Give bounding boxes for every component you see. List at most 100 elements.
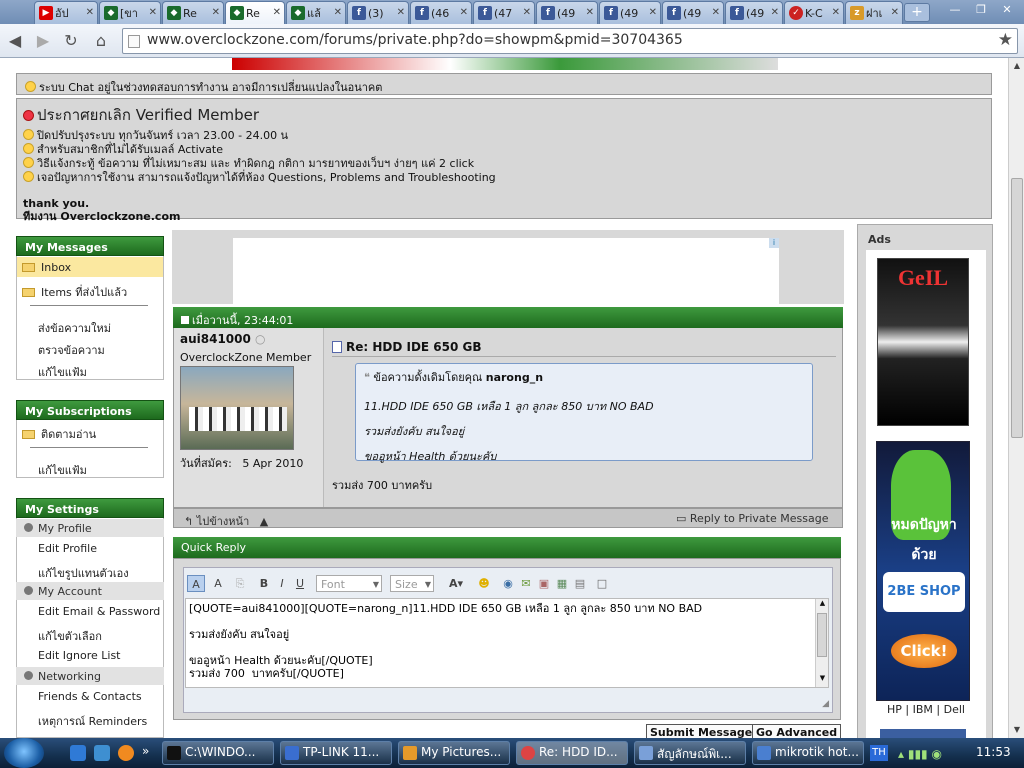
announcement-link[interactable]: สำหรับสมาชิกที่ไม่ได้รับเมลล์ Activate	[37, 143, 223, 156]
home-icon[interactable]: ⌂	[90, 30, 112, 52]
font-select[interactable]: Font ▼	[316, 575, 382, 592]
tray-icons[interactable]: ▴ ▮▮▮ ◉	[898, 747, 942, 761]
bold-icon[interactable]: B	[257, 575, 271, 592]
clock[interactable]: 11:53	[976, 745, 1011, 759]
minimize-button[interactable]: —	[944, 3, 966, 19]
sidebar-item-edit-avatar[interactable]: แก้ไขรูปแทนตัวเอง	[38, 564, 129, 582]
my-settings-header[interactable]: My Settings	[16, 498, 164, 518]
address-bar[interactable]: www.overclockzone.com/forums/private.php…	[122, 28, 1018, 54]
close-icon[interactable]: ✕	[771, 7, 779, 18]
submit-message-button[interactable]: Submit Message	[646, 724, 757, 738]
close-icon[interactable]: ✕	[891, 7, 899, 18]
close-icon[interactable]: ✕	[273, 7, 281, 18]
image-icon[interactable]: ▣	[536, 575, 552, 592]
scroll-thumb[interactable]	[1011, 178, 1023, 438]
sidebar-item-edit-folders[interactable]: แก้ไขแฟ้ม	[38, 363, 87, 381]
comment-icon[interactable]: □	[594, 575, 610, 592]
close-icon[interactable]: ✕	[397, 7, 405, 18]
scroll-thumb[interactable]	[817, 613, 827, 657]
scroll-up-icon[interactable]: ▲	[1009, 58, 1024, 74]
browser-tab[interactable]: ✓ K-C ✕	[784, 1, 844, 24]
adchoices-icon[interactable]: i	[769, 238, 779, 248]
my-messages-header[interactable]: My Messages	[16, 236, 164, 256]
textarea-scrollbar[interactable]: ▲ ▼	[815, 599, 828, 687]
restore-button[interactable]: ❐	[970, 3, 992, 19]
sidebar-item-track[interactable]: ตรวจข้อความ	[38, 341, 105, 359]
go-advanced-button[interactable]: Go Advanced	[752, 724, 842, 738]
smilie-icon[interactable]: ☻	[476, 575, 492, 592]
browser-tab[interactable]: f (49 ✕	[599, 1, 661, 24]
announcement-title[interactable]: ประกาศยกเลิก Verified Member	[37, 106, 259, 124]
paste-icon[interactable]: ⎘	[231, 575, 249, 592]
bookmark-star-icon[interactable]: ★	[998, 30, 1013, 50]
sidebar-item-reminders[interactable]: เหตุการณ์ Reminders	[38, 712, 147, 730]
link-icon[interactable]: ◉	[500, 575, 516, 592]
post-username[interactable]: aui841000 ○	[180, 332, 266, 346]
taskbar-item[interactable]: C:\WINDO...	[162, 741, 274, 765]
sidebar-item-friends[interactable]: Friends & Contacts	[38, 690, 142, 703]
taskbar-item[interactable]: mikrotik hot...	[752, 741, 864, 765]
browser-tab-active[interactable]: ◆ Re ✕	[225, 1, 285, 24]
close-icon[interactable]: ✕	[649, 7, 657, 18]
taskbar-item[interactable]: TP-LINK 11...	[280, 741, 392, 765]
next-ad[interactable]	[880, 729, 966, 738]
taskbar-item-active[interactable]: Re: HDD ID...	[516, 741, 628, 765]
report-warning-icon[interactable]: ▲	[260, 515, 268, 528]
close-icon[interactable]: ✕	[523, 7, 531, 18]
sidebar-item-ignore-list[interactable]: Edit Ignore List	[38, 649, 121, 662]
scroll-down-icon[interactable]: ▼	[1009, 722, 1024, 738]
reply-pm-link[interactable]: ▭ Reply to Private Message	[676, 512, 828, 525]
italic-icon[interactable]: I	[275, 575, 289, 592]
language-indicator[interactable]: TH	[870, 745, 888, 761]
close-icon[interactable]: ✕	[586, 7, 594, 18]
close-icon[interactable]: ✕	[460, 7, 468, 18]
brands-text[interactable]: HP | IBM | Dell	[866, 703, 986, 716]
taskbar-item[interactable]: สัญลักษณ์พิเ...	[634, 741, 746, 765]
browser-tab[interactable]: ▶ อัป ✕	[34, 1, 98, 24]
browser-tab[interactable]: f (49 ✕	[662, 1, 724, 24]
browser-tab[interactable]: f (49 ✕	[536, 1, 598, 24]
sidebar-item-followed[interactable]: ติดตามอ่าน	[22, 425, 96, 443]
browser-tab[interactable]: ◆ แล้ ✕	[286, 1, 346, 24]
top-banner-ad[interactable]	[232, 58, 778, 70]
quick-reply-header[interactable]: Quick Reply	[173, 537, 841, 558]
close-icon[interactable]: ✕	[86, 7, 94, 18]
firefox-icon[interactable]	[118, 745, 134, 761]
sidebar-item-edit-email[interactable]: Edit Email & Password	[38, 605, 160, 618]
email-icon[interactable]: ✉	[518, 575, 534, 592]
browser-tab[interactable]: ◆ Re ✕	[162, 1, 224, 24]
reply-textarea[interactable]	[185, 598, 829, 688]
size-select[interactable]: Size ▼	[390, 575, 434, 592]
close-icon[interactable]: ✕	[334, 7, 342, 18]
geil-ad[interactable]: GeIL	[877, 258, 969, 426]
close-icon[interactable]: ✕	[712, 7, 720, 18]
ie-icon[interactable]	[70, 745, 86, 761]
remove-format-icon[interactable]: A	[209, 575, 227, 592]
sidebar-item-inbox[interactable]: Inbox	[22, 261, 71, 274]
resize-handle-icon[interactable]: ◢	[822, 699, 829, 709]
overflow-chevron-icon[interactable]: »	[142, 744, 149, 758]
forward-arrow-icon[interactable]: ▶	[32, 30, 54, 52]
sidebar-item-sent[interactable]: Items ที่ส่งไปแล้ว	[22, 283, 127, 301]
2beshop-ad[interactable]: หมดปัญหา ด้วย 2BE SHOP Click!	[876, 441, 970, 701]
google-ad[interactable]: i	[233, 238, 779, 306]
close-icon[interactable]: ✕	[149, 7, 157, 18]
browser-tab[interactable]: ◆ [ขา ✕	[99, 1, 161, 24]
my-subscriptions-header[interactable]: My Subscriptions	[16, 400, 164, 420]
browser-tab[interactable]: f (46 ✕	[410, 1, 472, 24]
underline-icon[interactable]: U	[293, 575, 307, 592]
user-avatar[interactable]	[180, 366, 294, 450]
start-button[interactable]	[4, 738, 44, 768]
sidebar-item-send-new[interactable]: ส่งข้อความใหม่	[38, 319, 111, 337]
new-tab-button[interactable]: +	[904, 3, 930, 22]
browser-tab[interactable]: f (49 ✕	[725, 1, 783, 24]
wysiwyg-toggle-icon[interactable]: A	[187, 575, 205, 592]
sidebar-item-edit-subscriptions[interactable]: แก้ไขแฟ้ม	[38, 461, 87, 479]
close-icon[interactable]: ✕	[212, 7, 220, 18]
close-window-button[interactable]: ✕	[996, 3, 1018, 19]
video-icon[interactable]: ▦	[554, 575, 570, 592]
scroll-down-icon[interactable]: ▼	[816, 674, 829, 686]
announcement-link[interactable]: ปิดปรับปรุงระบบ ทุกวันจันทร์ เวลา 23.00 …	[37, 129, 288, 142]
close-icon[interactable]: ✕	[832, 7, 840, 18]
browser-tab[interactable]: f (3) ✕	[347, 1, 409, 24]
